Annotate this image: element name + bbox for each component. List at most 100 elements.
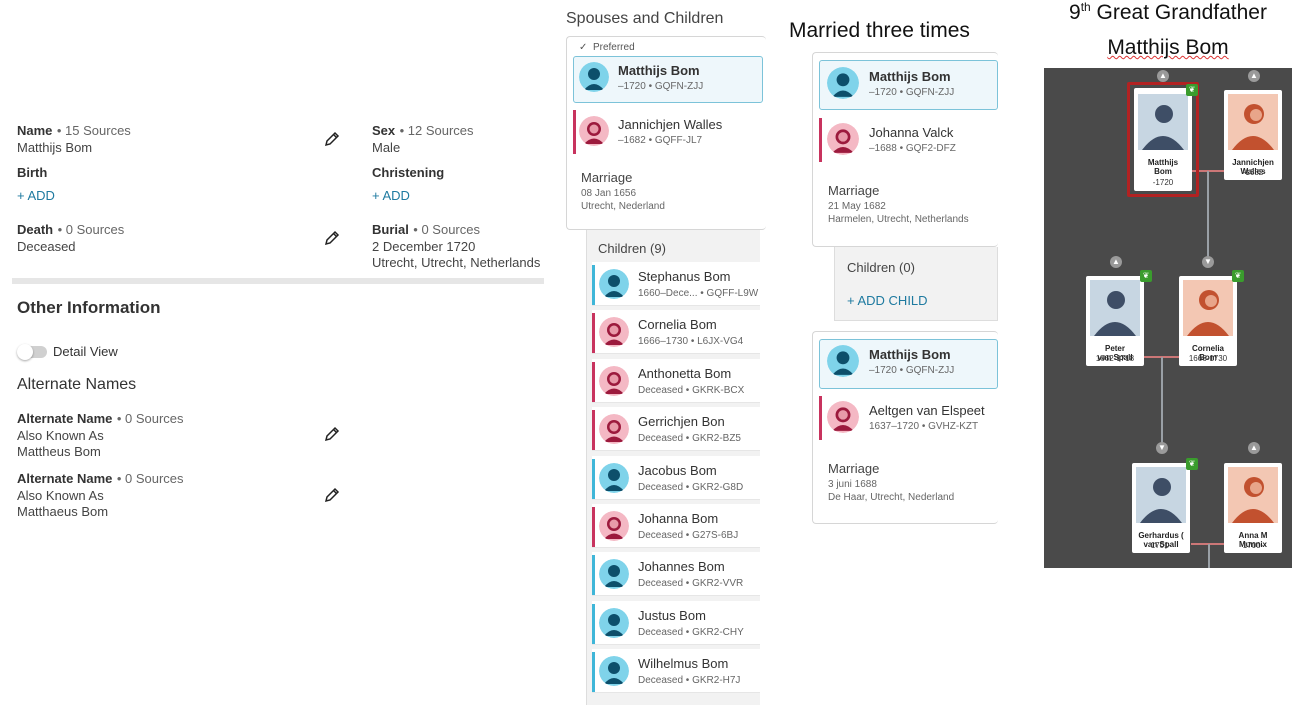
- tree-card-cornelia[interactable]: Cornelia Bom 1666-1730: [1179, 276, 1237, 366]
- death-label: Death: [17, 222, 54, 237]
- children-panel-2: [834, 247, 998, 321]
- check-icon: ✓: [579, 42, 588, 53]
- marriage-info[interactable]: Marriage 3 juni 1688 De Haar, Utrecht, N…: [828, 461, 954, 503]
- child-name[interactable]: Anthonetta Bom: [638, 366, 731, 381]
- add-child-button[interactable]: + ADD CHILD: [847, 293, 928, 308]
- female-avatar-icon: [579, 116, 609, 146]
- child-row[interactable]: Johannes Bom Deceased • GKR2-VVR: [592, 552, 760, 596]
- child-row[interactable]: Cornelia Bom 1666–1730 • L6JX-VG4: [592, 310, 760, 354]
- tree-card-matthijs[interactable]: Matthijs Bom -1720: [1134, 88, 1192, 191]
- add-christening-button[interactable]: + ADD: [372, 188, 410, 203]
- child-row[interactable]: Anthonetta Bom Deceased • GKRK-BCX: [592, 359, 760, 403]
- child-meta: 1660–Dece... • GQFF-L9W: [638, 288, 759, 299]
- male-bar: [592, 265, 595, 305]
- husband-person[interactable]: Matthijs Bom –1720 • GQFN-ZJJ: [827, 67, 954, 99]
- child-row[interactable]: Wilhelmus Bom Deceased • GKR2-H7J: [592, 649, 760, 693]
- record-hint-icon[interactable]: ❦: [1232, 270, 1244, 282]
- husband-person[interactable]: Matthijs Bom –1720 • GQFN-ZJJ: [827, 345, 954, 377]
- record-hint-icon[interactable]: ❦: [1186, 458, 1198, 470]
- tree-title-name: Matthijs Bom: [1044, 36, 1292, 60]
- tree-card-jannichjen[interactable]: Jannichjen Walles -1682: [1224, 90, 1282, 180]
- child-name[interactable]: Johannes Bom: [638, 559, 725, 574]
- preferred-label: Preferred: [592, 42, 635, 53]
- wife-person[interactable]: Johanna Valck –1688 • GQF2-DFZ: [827, 123, 956, 155]
- female-avatar-icon: [599, 511, 629, 541]
- person-name[interactable]: Aeltgen van Elspeet: [869, 403, 985, 418]
- expand-up-icon[interactable]: ▲: [1157, 70, 1169, 82]
- male-portrait-icon: [1136, 467, 1186, 523]
- person-name[interactable]: Johanna Valck: [869, 125, 956, 140]
- person-name[interactable]: Jannichjen Walles: [618, 117, 722, 132]
- marriage-info[interactable]: Marriage 08 Jan 1656 Utrecht, Nederland: [581, 170, 665, 212]
- death-sources[interactable]: • 0 Sources: [58, 222, 125, 237]
- wife-person[interactable]: Jannichjen Walles –1682 • GQFF-JL7: [579, 116, 722, 146]
- person-meta: –1720 • GQFN-ZJJ: [869, 86, 955, 98]
- marriage-info[interactable]: Marriage 21 May 1682 Harmelen, Utrecht, …: [828, 183, 969, 225]
- child-row[interactable]: Gerrichjen Bon Deceased • GKR2-BZ5: [592, 407, 760, 451]
- child-name[interactable]: Cornelia Bom: [638, 317, 717, 332]
- child-name[interactable]: Justus Bom: [638, 608, 706, 623]
- edit-name-pencil-icon[interactable]: [323, 130, 341, 148]
- expand-up-icon[interactable]: ▲: [1248, 442, 1260, 454]
- add-birth-button[interactable]: + ADD: [17, 188, 55, 203]
- detail-view-toggle[interactable]: Detail View: [17, 343, 118, 360]
- female-bar: [592, 507, 595, 547]
- female-bar: [592, 362, 595, 402]
- record-hint-icon[interactable]: ❦: [1186, 84, 1198, 96]
- wife-person[interactable]: Aeltgen van Elspeet 1637–1720 • GVHZ-KZT: [827, 401, 985, 433]
- tree-card-years: 1700-: [1242, 541, 1264, 550]
- marriage-label: Marriage: [828, 461, 880, 476]
- tree-card-anna[interactable]: Anna M Munnix 1700-: [1224, 463, 1282, 553]
- children-header[interactable]: Children (9): [598, 241, 666, 256]
- alt-name-sources[interactable]: • 0 Sources: [117, 471, 184, 486]
- child-name[interactable]: Johanna Bom: [638, 511, 718, 526]
- person-name[interactable]: Matthijs Bom: [869, 347, 954, 362]
- female-avatar-icon: [599, 414, 629, 444]
- husband-person[interactable]: Matthijs Bom –1720 • GQFN-ZJJ: [579, 62, 703, 92]
- expand-down-icon[interactable]: ▼: [1202, 256, 1214, 268]
- child-meta: Deceased • GKR2-CHY: [638, 627, 744, 638]
- child-name[interactable]: Gerrichjen Bon: [638, 414, 725, 429]
- child-row[interactable]: Justus Bom Deceased • GKR2-CHY: [592, 601, 760, 645]
- name-value: Matthijs Bom: [17, 140, 93, 155]
- expand-down-icon[interactable]: ▼: [1156, 442, 1168, 454]
- child-name[interactable]: Jacobus Bom: [638, 463, 717, 478]
- male-bar: [592, 652, 595, 692]
- alternate-name-1: Alternate Name • 0 Sources Also Known As…: [17, 410, 184, 460]
- child-meta: Deceased • GKR2-H7J: [638, 675, 741, 686]
- death-value: Deceased: [17, 239, 76, 254]
- child-name[interactable]: Wilhelmus Bom: [638, 656, 728, 671]
- name-label: Name: [17, 123, 53, 138]
- children-header[interactable]: Children (0): [847, 260, 915, 275]
- male-portrait-icon: [1138, 94, 1188, 150]
- female-portrait-icon: [1228, 94, 1278, 150]
- expand-up-icon[interactable]: ▲: [1248, 70, 1260, 82]
- child-row[interactable]: Jacobus Bom Deceased • GKR2-G8D: [592, 456, 760, 500]
- sex-value: Male: [372, 140, 401, 155]
- alt-name-value: Mattheus Bom: [17, 444, 101, 459]
- tree-card-peter[interactable]: Peter van Spall 1662-1718: [1086, 276, 1144, 366]
- marriage-date: 3 juni 1688: [828, 479, 877, 490]
- child-meta: Deceased • GKR2-BZ5: [638, 433, 741, 444]
- child-row[interactable]: Johanna Bom Deceased • G27S-6BJ: [592, 504, 760, 548]
- tree-card-gerhardus[interactable]: Gerhardus (van Spall 1701-: [1132, 463, 1190, 553]
- child-row[interactable]: Stephanus Bom 1660–Dece... • GQFF-L9W: [592, 262, 760, 306]
- edit-death-pencil-icon[interactable]: [323, 229, 341, 247]
- sex-sources[interactable]: • 12 Sources: [400, 123, 474, 138]
- child-name[interactable]: Stephanus Bom: [638, 269, 731, 284]
- expand-up-icon[interactable]: ▲: [1110, 256, 1122, 268]
- female-bar: [819, 396, 822, 440]
- name-sources[interactable]: • 15 Sources: [57, 123, 131, 138]
- female-avatar-icon: [599, 366, 629, 396]
- female-avatar-icon: [599, 317, 629, 347]
- alt-name-label: Alternate Name: [17, 471, 113, 486]
- toggle-switch[interactable]: [17, 343, 47, 360]
- alt-name-sources[interactable]: • 0 Sources: [117, 411, 184, 426]
- person-name[interactable]: Matthijs Bom: [869, 69, 954, 84]
- edit-alt-name-1-pencil-icon[interactable]: [323, 425, 341, 443]
- edit-alt-name-2-pencil-icon[interactable]: [323, 486, 341, 504]
- person-name[interactable]: Matthijs Bom: [618, 63, 703, 78]
- burial-sources[interactable]: • 0 Sources: [413, 222, 480, 237]
- record-hint-icon[interactable]: ❦: [1140, 270, 1152, 282]
- tree-title: 9th Great Grandfather: [1044, 0, 1292, 25]
